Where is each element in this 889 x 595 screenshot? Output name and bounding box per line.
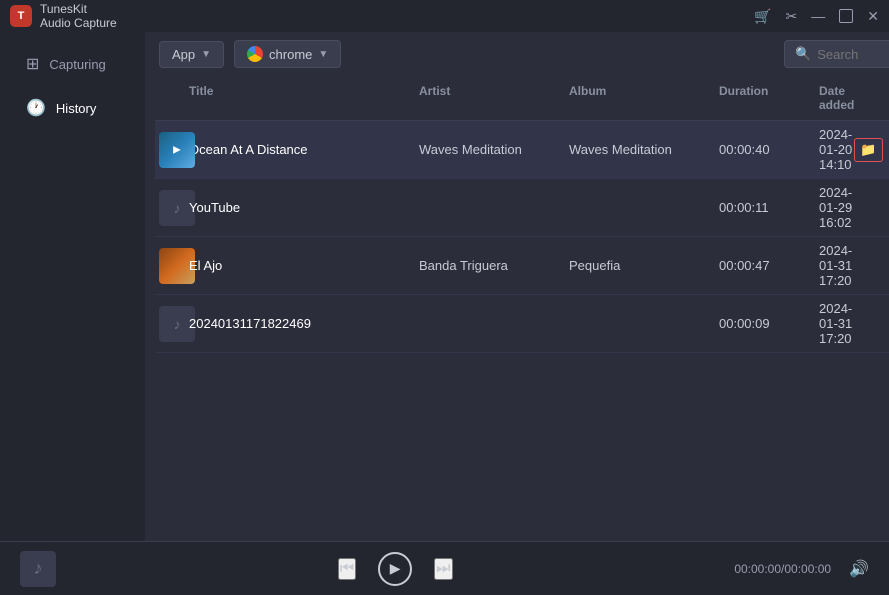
music-note-icon-2: ♪ <box>174 316 181 332</box>
sidebar-item-history[interactable]: 🕐 History <box>8 88 137 128</box>
folder-button-1[interactable]: 📁 <box>854 138 882 162</box>
row-title-cell-3: El Ajo <box>189 258 419 273</box>
capturing-icon: ⊞ <box>26 54 39 74</box>
row-artist-3: Banda Triguera <box>419 258 569 273</box>
row-duration-3: 00:00:47 <box>719 258 819 273</box>
track-name-2: YouTube <box>189 200 240 215</box>
track-thumbnail-ocean <box>159 132 195 168</box>
maximize-box <box>839 9 853 23</box>
app-dropdown-label: App <box>172 47 195 62</box>
header-duration: Duration <box>719 84 819 112</box>
row-title-cell-1: Ocean At A Distance <box>189 142 419 157</box>
app-dropdown-arrow: ▼ <box>201 49 211 60</box>
table-row[interactable]: Ocean At A Distance Waves Meditation Wav… <box>155 121 889 179</box>
play-icon: ▶ <box>390 560 401 577</box>
title-bar-right: 🛒 ✂ — ✕ <box>754 8 879 25</box>
search-icon: 🔍 <box>795 46 811 62</box>
toolbar: App ▼ chrome ▼ 🔍 🛍 <box>145 32 889 76</box>
search-input[interactable] <box>817 47 889 62</box>
volume-icon[interactable]: 🔊 <box>849 559 869 579</box>
prev-button[interactable]: ⏮ <box>338 558 356 580</box>
track-name-3: El Ajo <box>189 258 222 273</box>
row-date-1: 2024-01-20 14:10 <box>819 127 854 172</box>
sidebar-label-capturing: Capturing <box>49 57 105 72</box>
table-header: Title Artist Album Duration Date added <box>155 76 889 121</box>
header-thumb <box>159 84 189 112</box>
header-title: Title <box>189 84 419 112</box>
row-artist-1: Waves Meditation <box>419 142 569 157</box>
music-note-icon: ♪ <box>174 200 181 216</box>
next-button[interactable]: ⏭ <box>434 558 452 580</box>
play-button[interactable]: ▶ <box>378 552 412 586</box>
chrome-dropdown-arrow: ▼ <box>318 49 328 60</box>
history-icon: 🕐 <box>26 98 46 118</box>
row-thumb-3 <box>159 248 189 284</box>
header-date-added: Date added <box>819 84 854 112</box>
row-date-4: 2024-01-31 17:20 <box>819 301 854 346</box>
table-container: Title Artist Album Duration Date added O… <box>145 76 889 541</box>
row-title-cell-2: YouTube <box>189 200 419 215</box>
chrome-dropdown-label: chrome <box>269 47 312 62</box>
row-album-3: Pequefia <box>569 258 719 273</box>
table-row[interactable]: ♪ 20240131171822469 00:00:09 2024-01-31 … <box>155 295 889 353</box>
row-duration-1: 00:00:40 <box>719 142 819 157</box>
row-thumb-1 <box>159 132 189 168</box>
table-row[interactable]: El Ajo Banda Triguera Pequefia 00:00:47 … <box>155 237 889 295</box>
row-thumb-4: ♪ <box>159 306 189 342</box>
player-thumbnail: ♪ <box>20 551 56 587</box>
main-layout: ⊞ Capturing 🕐 History App ▼ chrome ▼ 🔍 <box>0 32 889 541</box>
time-display: 00:00:00/00:00:00 <box>734 562 831 576</box>
player-music-icon: ♪ <box>34 558 43 579</box>
row-actions-1: 📁 🗑 <box>854 138 889 162</box>
header-artist: Artist <box>419 84 569 112</box>
title-bar: T TunesKit Audio Capture 🛒 ✂ — ✕ <box>0 0 889 32</box>
row-duration-2: 00:00:11 <box>719 200 819 215</box>
player-controls: ⏮ ▶ ⏭ <box>338 552 453 586</box>
track-name-1: Ocean At A Distance <box>189 142 308 157</box>
row-duration-4: 00:00:09 <box>719 316 819 331</box>
table-row[interactable]: ♪ YouTube 00:00:11 2024-01-29 16:02 <box>155 179 889 237</box>
maximize-button[interactable] <box>839 9 853 23</box>
row-date-3: 2024-01-31 17:20 <box>819 243 854 288</box>
header-actions <box>854 84 889 112</box>
chrome-icon <box>247 46 263 62</box>
app-dropdown[interactable]: App ▼ <box>159 41 224 68</box>
row-title-cell-4: 20240131171822469 <box>189 316 419 331</box>
sidebar-label-history: History <box>56 101 96 116</box>
title-bar-left: T TunesKit Audio Capture <box>10 2 117 31</box>
sidebar-item-capturing[interactable]: ⊞ Capturing <box>8 44 137 84</box>
cart-icon[interactable]: 🛒 <box>754 8 771 25</box>
app-name: TunesKit Audio Capture <box>40 2 117 31</box>
minimize-icon[interactable]: — <box>811 8 825 24</box>
close-button[interactable]: ✕ <box>867 8 879 25</box>
scissors-icon[interactable]: ✂ <box>786 8 798 25</box>
player-bar: ♪ ⏮ ▶ ⏭ 00:00:00/00:00:00 🔊 <box>0 541 889 595</box>
track-name-4: 20240131171822469 <box>189 316 311 331</box>
sidebar: ⊞ Capturing 🕐 History <box>0 32 145 541</box>
row-thumb-2: ♪ <box>159 190 189 226</box>
content-area: App ▼ chrome ▼ 🔍 🛍 Title Artist Album Du… <box>145 32 889 541</box>
row-album-1: Waves Meditation <box>569 142 719 157</box>
header-album: Album <box>569 84 719 112</box>
app-logo: T <box>10 5 32 27</box>
search-box: 🔍 <box>784 40 889 68</box>
row-date-2: 2024-01-29 16:02 <box>819 185 854 230</box>
chrome-dropdown[interactable]: chrome ▼ <box>234 40 341 68</box>
